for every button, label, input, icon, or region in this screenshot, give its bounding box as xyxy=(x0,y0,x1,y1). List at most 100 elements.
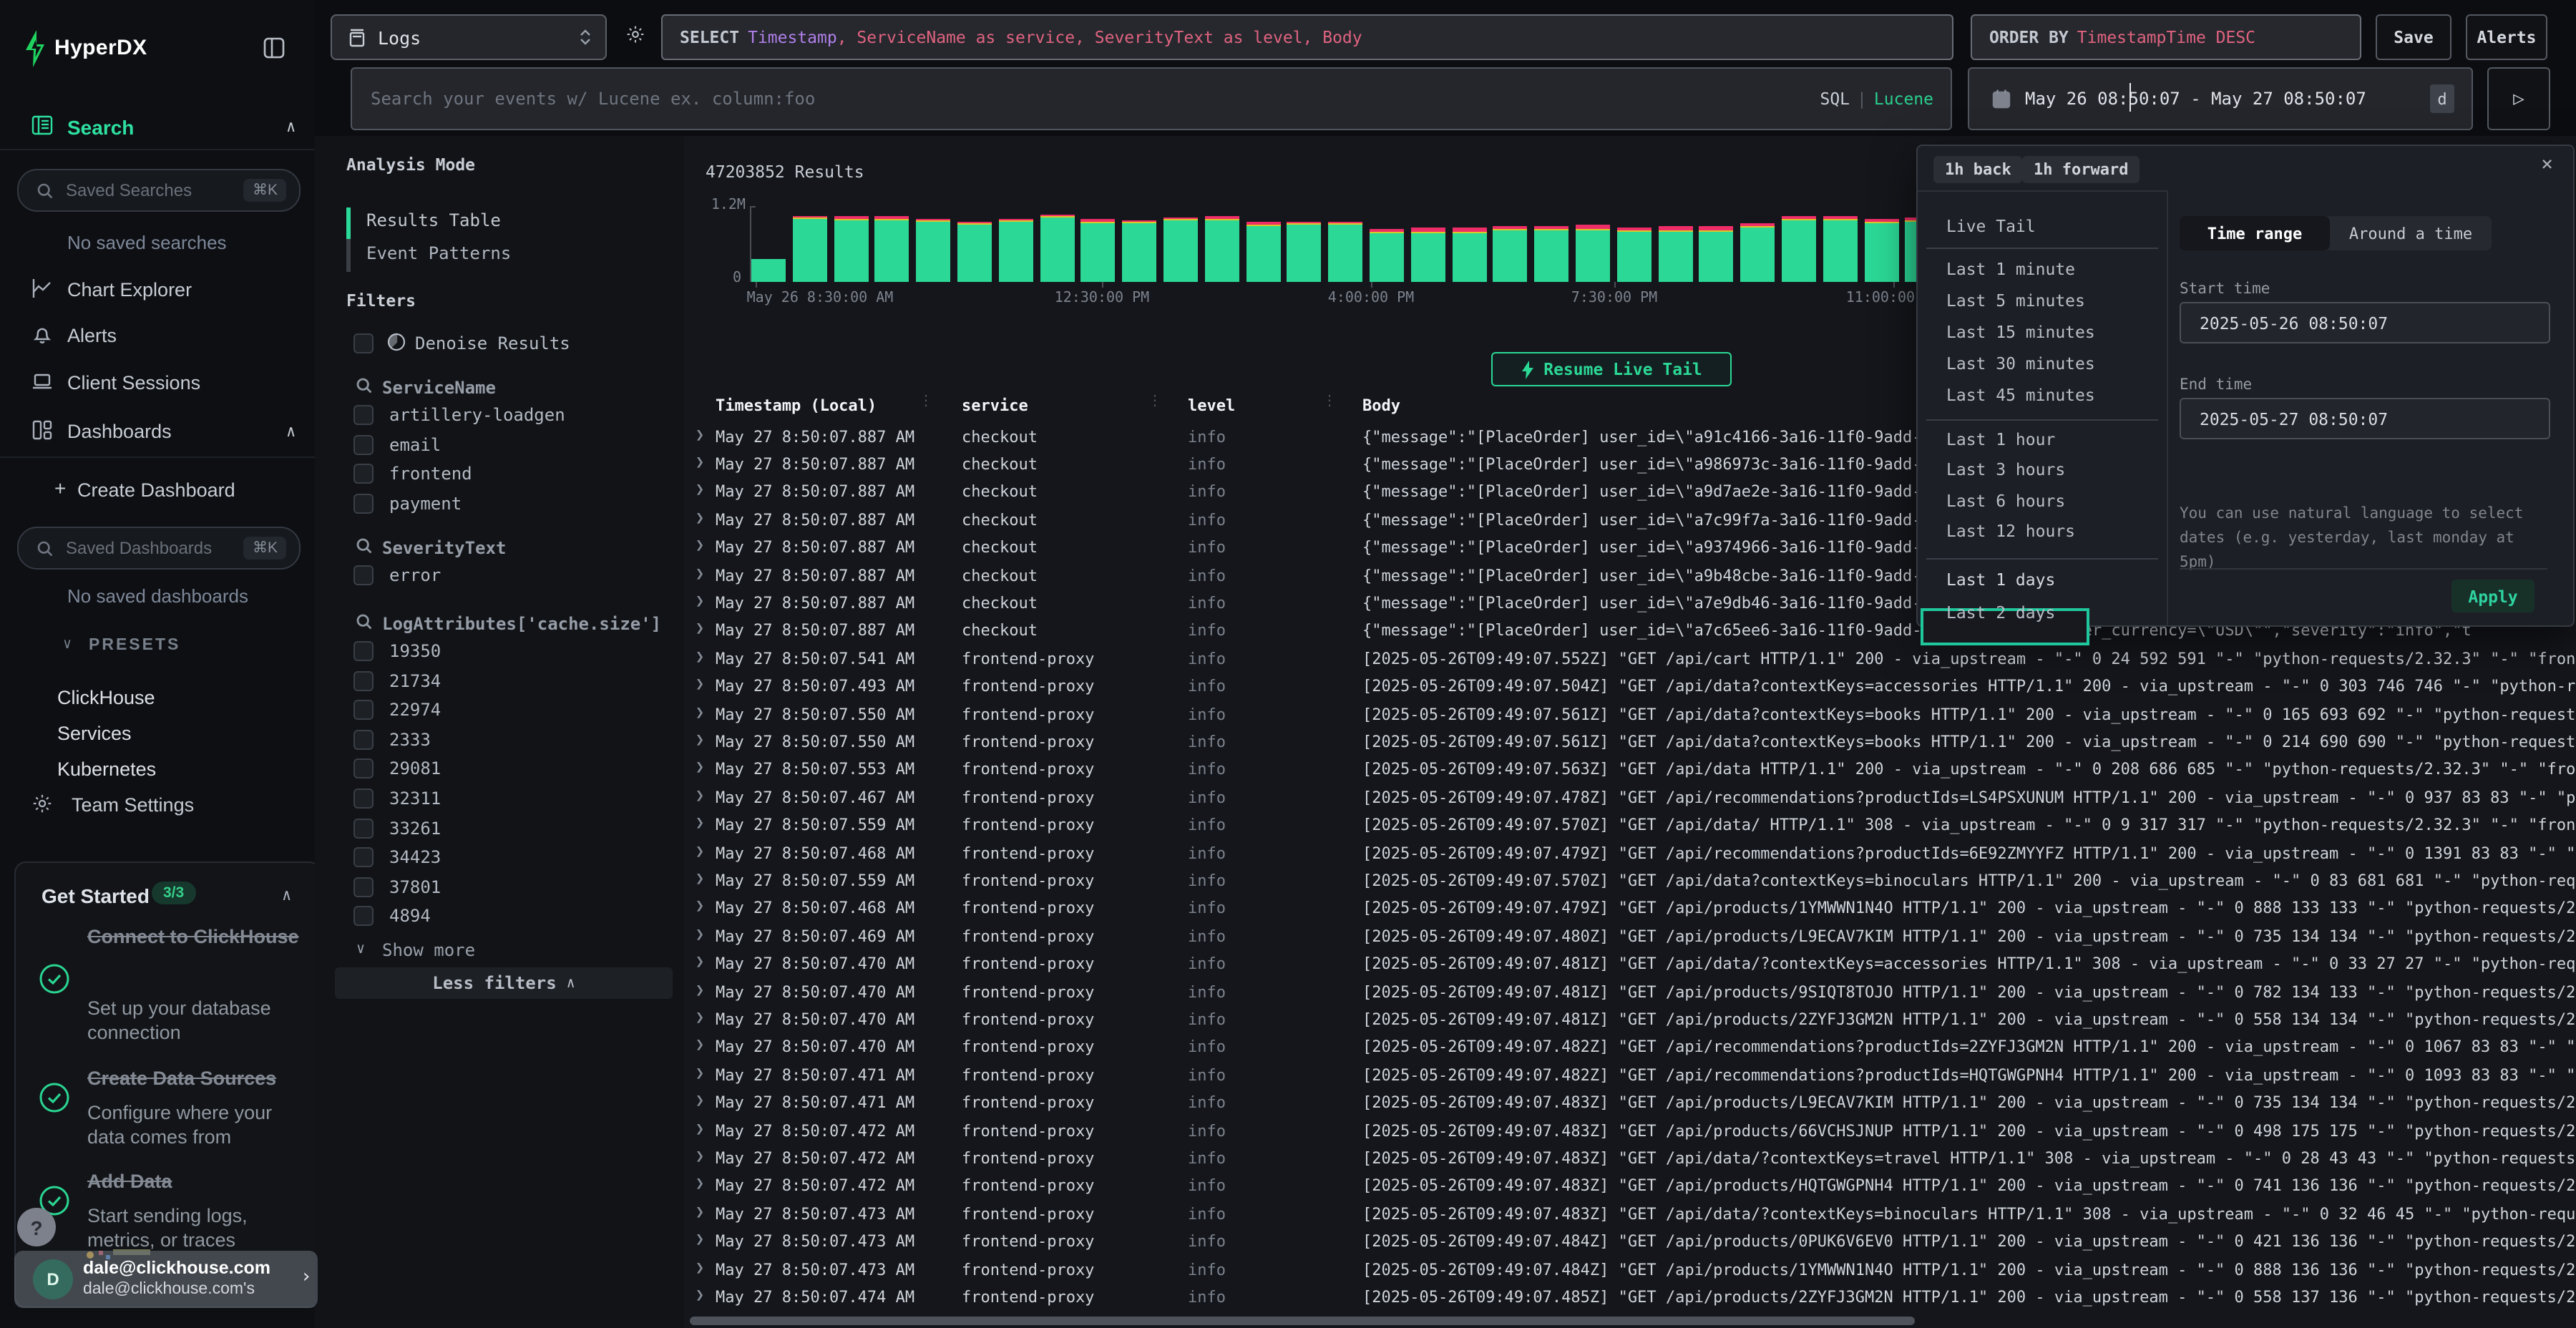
checkbox[interactable] xyxy=(353,405,374,425)
row-expander-icon[interactable]: ❯ xyxy=(696,427,704,443)
table-row[interactable]: ❯May 27 8:50:07.469 AMfrontend-proxyinfo… xyxy=(684,923,2576,951)
table-row[interactable]: ❯May 27 8:50:07.467 AMfrontend-proxyinfo… xyxy=(684,784,2576,812)
preset-dashboard-services[interactable]: Services xyxy=(57,723,301,751)
checkbox[interactable] xyxy=(353,670,374,690)
time-option-live-tail[interactable]: Live Tail xyxy=(1946,216,2036,236)
filter-option[interactable]: 4894 xyxy=(315,904,684,929)
row-expander-icon[interactable]: ❯ xyxy=(696,872,704,887)
column-resize-handle[interactable]: ⋮ xyxy=(1322,394,1337,409)
time-option[interactable]: Last 3 hours xyxy=(1946,460,2065,480)
histogram-bar[interactable] xyxy=(751,258,786,282)
less-filters-button[interactable]: Less filters ∧ xyxy=(335,967,673,999)
table-row[interactable]: ❯May 27 8:50:07.474 AMfrontend-proxyinfo… xyxy=(684,1284,2576,1312)
start-time-input[interactable]: 2025-05-26 08:50:07 xyxy=(2180,302,2550,343)
date-range-input[interactable]: May 26 08:50:07 - May 27 08:50:07 d xyxy=(1968,67,2473,130)
histogram-bar[interactable] xyxy=(1534,226,1568,282)
filter-option[interactable]: 19350 xyxy=(315,638,684,664)
table-row[interactable]: ❯May 27 8:50:07.471 AMfrontend-proxyinfo… xyxy=(684,1062,2576,1090)
get-started-item-title[interactable]: Connect to ClickHouse xyxy=(87,926,305,949)
denoise-results-option[interactable]: Denoise Results xyxy=(315,331,684,356)
tab-around-a-time[interactable]: Around a time xyxy=(2330,216,2492,250)
table-row[interactable]: ❯May 27 8:50:07.470 AMfrontend-proxyinfo… xyxy=(684,1007,2576,1035)
row-expander-icon[interactable]: ❯ xyxy=(696,1065,704,1081)
help-button[interactable]: ? xyxy=(17,1208,56,1246)
row-expander-icon[interactable]: ❯ xyxy=(696,649,704,665)
shift-1h-forward-button[interactable]: 1h forward xyxy=(2022,156,2140,183)
row-expander-icon[interactable]: ❯ xyxy=(696,1121,704,1137)
create-dashboard-button[interactable]: + Create Dashboard xyxy=(0,472,315,507)
row-expander-icon[interactable]: ❯ xyxy=(696,816,704,831)
histogram-bar[interactable] xyxy=(1823,217,1858,282)
filter-option[interactable]: 34423 xyxy=(315,844,684,870)
row-expander-icon[interactable]: ❯ xyxy=(696,1177,704,1193)
run-query-button[interactable]: ▷ xyxy=(2487,67,2550,130)
table-row[interactable]: ❯May 27 8:50:07.550 AMfrontend-proxyinfo… xyxy=(684,701,2576,729)
get-started-item-title[interactable]: Create Data Sources xyxy=(87,1068,305,1091)
checkbox[interactable] xyxy=(353,641,374,661)
row-expander-icon[interactable]: ❯ xyxy=(696,677,704,693)
row-expander-icon[interactable]: ❯ xyxy=(696,594,704,610)
row-expander-icon[interactable]: ❯ xyxy=(696,510,704,526)
filter-option[interactable]: 21734 xyxy=(315,668,684,693)
search-icon[interactable] xyxy=(356,378,372,394)
row-expander-icon[interactable]: ❯ xyxy=(696,1204,704,1220)
row-expander-icon[interactable]: ❯ xyxy=(696,705,704,721)
table-row[interactable]: ❯May 27 8:50:07.550 AMfrontend-proxyinfo… xyxy=(684,729,2576,757)
histogram-bar[interactable] xyxy=(834,217,868,282)
table-row[interactable]: ❯May 27 8:50:07.473 AMfrontend-proxyinfo… xyxy=(684,1201,2576,1229)
column-header-level[interactable]: level xyxy=(1188,396,1235,415)
checkbox[interactable] xyxy=(353,434,374,454)
table-row[interactable]: ❯May 27 8:50:07.472 AMfrontend-proxyinfo… xyxy=(684,1146,2576,1173)
row-expander-icon[interactable]: ❯ xyxy=(696,899,704,915)
sidebar-item-alerts[interactable]: Alerts xyxy=(0,318,315,355)
table-row[interactable]: ❯May 27 8:50:07.468 AMfrontend-proxyinfo… xyxy=(684,840,2576,868)
saved-searches-input[interactable]: Saved Searches ⌘K xyxy=(17,169,301,212)
row-expander-icon[interactable]: ❯ xyxy=(696,538,704,554)
table-row[interactable]: ❯May 27 8:50:07.559 AMfrontend-proxyinfo… xyxy=(684,868,2576,896)
row-expander-icon[interactable]: ❯ xyxy=(696,455,704,471)
histogram-bar[interactable] xyxy=(957,222,992,282)
order-by-input[interactable]: ORDER BY TimestampTime DESC xyxy=(1971,14,2361,60)
histogram-bar[interactable] xyxy=(1370,230,1404,282)
checkbox[interactable] xyxy=(353,759,374,779)
filter-option[interactable]: 37801 xyxy=(315,874,684,900)
save-button[interactable]: Save xyxy=(2376,14,2451,60)
time-option[interactable]: Last 30 minutes xyxy=(1946,353,2095,374)
row-expander-icon[interactable]: ❯ xyxy=(696,1260,704,1276)
histogram-bar[interactable] xyxy=(1452,228,1486,282)
end-time-input[interactable]: 2025-05-27 08:50:07 xyxy=(2180,398,2550,439)
show-more-button[interactable]: ∨ Show more xyxy=(315,939,684,962)
row-expander-icon[interactable]: ❯ xyxy=(696,844,704,859)
time-option[interactable]: Last 12 hours xyxy=(1946,521,2075,541)
checkbox[interactable] xyxy=(353,818,374,838)
filter-option[interactable]: 33261 xyxy=(315,815,684,841)
row-expander-icon[interactable]: ❯ xyxy=(696,1288,704,1304)
histogram-bar[interactable] xyxy=(999,219,1033,282)
histogram-bar[interactable] xyxy=(1328,222,1362,282)
search-icon[interactable] xyxy=(356,614,372,630)
column-header-timestamp[interactable]: Timestamp (Local) xyxy=(716,396,877,415)
sql-mode-toggle[interactable]: SQL xyxy=(1820,89,1850,109)
mode-results-table[interactable]: Results Table xyxy=(366,210,501,230)
histogram-bar[interactable] xyxy=(1658,227,1692,282)
histogram-bar[interactable] xyxy=(1740,223,1775,282)
histogram-bar[interactable] xyxy=(1205,217,1239,282)
histogram-bar[interactable] xyxy=(1287,221,1322,282)
table-row[interactable]: ❯May 27 8:50:07.468 AMfrontend-proxyinfo… xyxy=(684,896,2576,924)
table-row[interactable]: ❯May 27 8:50:07.472 AMfrontend-proxyinfo… xyxy=(684,1118,2576,1146)
row-expander-icon[interactable]: ❯ xyxy=(696,761,704,776)
horizontal-scrollbar[interactable] xyxy=(690,1317,1915,1325)
user-account-chip[interactable]: D dale@clickhouse.com dale@clickhouse.co… xyxy=(14,1251,318,1308)
row-expander-icon[interactable]: ❯ xyxy=(696,566,704,582)
histogram-bar[interactable] xyxy=(1246,223,1280,282)
filter-option[interactable]: 22974 xyxy=(315,697,684,723)
filter-option[interactable]: email xyxy=(315,431,684,457)
histogram-bar[interactable] xyxy=(1163,218,1198,282)
filter-option[interactable]: artillery-loadgen xyxy=(315,402,684,428)
histogram-bar[interactable] xyxy=(1040,215,1074,282)
checkbox[interactable] xyxy=(353,464,374,484)
table-row[interactable]: ❯May 27 8:50:07.553 AMfrontend-proxyinfo… xyxy=(684,757,2576,785)
histogram-bar[interactable] xyxy=(793,215,827,282)
time-option[interactable]: Last 1 minute xyxy=(1946,259,2075,279)
table-row[interactable]: ❯May 27 8:50:07.472 AMfrontend-proxyinfo… xyxy=(684,1173,2576,1201)
